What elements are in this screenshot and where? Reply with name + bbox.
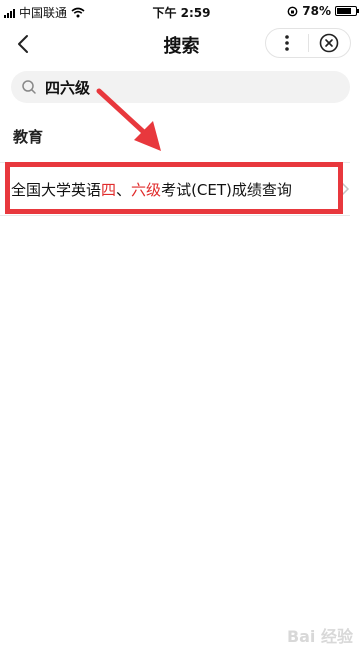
battery-icon <box>335 6 359 16</box>
more-options-button[interactable] <box>266 29 308 57</box>
mini-program-capsule <box>265 28 351 58</box>
battery-fill <box>337 8 351 14</box>
close-button[interactable] <box>309 29 351 57</box>
search-icon <box>22 80 36 94</box>
watermark: Bai 经验 <box>286 627 353 646</box>
navigation-bar: 搜索 <box>0 22 363 66</box>
search-bar <box>11 71 350 103</box>
section-title: 教育 <box>13 128 44 146</box>
annotation-highlight-box <box>5 162 343 214</box>
close-circle-icon <box>319 33 339 53</box>
more-vertical-icon <box>284 35 289 51</box>
rotation-lock-icon <box>287 6 298 16</box>
status-bar: 中国联通 下午 2:59 78% <box>0 0 363 22</box>
result-divider <box>0 215 350 216</box>
search-input[interactable] <box>45 71 335 103</box>
battery-percent: 78% <box>302 4 331 18</box>
